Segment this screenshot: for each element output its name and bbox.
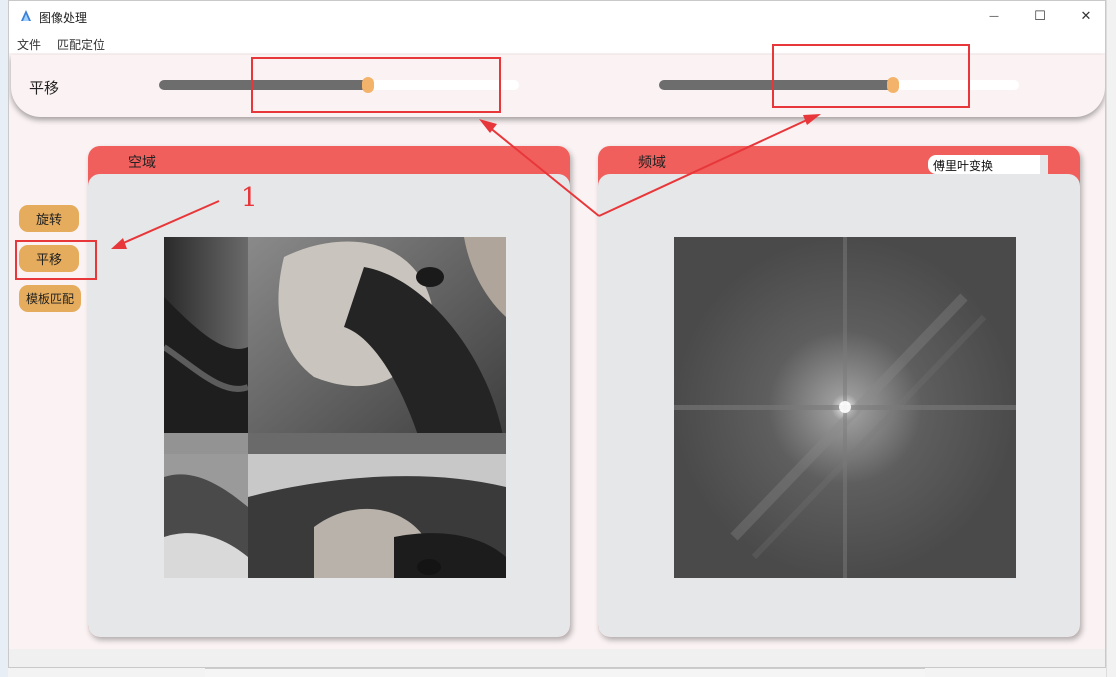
menu-file[interactable]: 文件 xyxy=(17,36,41,53)
spatial-panel-title: 空域 xyxy=(128,155,156,171)
spatial-panel-body xyxy=(88,174,570,637)
annotation-number: 1 xyxy=(241,183,258,213)
annotation-box-slider-1 xyxy=(251,57,501,113)
status-bar xyxy=(9,649,1105,667)
annotation-box-slider-2 xyxy=(772,44,970,108)
frequency-panel-body xyxy=(598,174,1080,637)
translated-image xyxy=(164,237,506,578)
transform-select[interactable]: 傅里叶变换 xyxy=(928,155,1048,174)
background-desktop-left xyxy=(0,0,8,677)
close-button[interactable]: ✕ xyxy=(1063,1,1105,31)
main-window: 图像处理 — ☐ ✕ 文件 匹配定位 平移 旋转 平移 模板匹配 空域 频域 傅… xyxy=(8,0,1106,668)
frequency-domain-panel: 频域 傅里叶变换 xyxy=(598,146,1080,637)
maximize-icon: ☐ xyxy=(1034,8,1046,24)
window-title: 图像处理 xyxy=(39,11,88,25)
annotation-box-translate-button xyxy=(15,240,97,280)
app-icon xyxy=(21,10,31,21)
slider-label: 平移 xyxy=(29,79,60,97)
title-bar: 图像处理 — ☐ ✕ xyxy=(9,1,1105,33)
maximize-button[interactable]: ☐ xyxy=(1017,1,1063,31)
close-icon: ✕ xyxy=(1080,8,1092,24)
rotate-button[interactable]: 旋转 xyxy=(19,205,79,232)
menu-match-locate[interactable]: 匹配定位 xyxy=(57,36,105,53)
spatial-domain-panel: 空域 xyxy=(88,146,570,637)
background-window-strip xyxy=(205,668,925,677)
template-match-button[interactable]: 模板匹配 xyxy=(19,285,81,312)
minimize-button[interactable]: — xyxy=(971,1,1017,31)
frequency-panel-title: 频域 xyxy=(638,155,666,171)
minimize-icon: — xyxy=(989,10,999,22)
background-desktop-right xyxy=(1106,0,1116,677)
fft-spectrum-image xyxy=(674,237,1016,578)
